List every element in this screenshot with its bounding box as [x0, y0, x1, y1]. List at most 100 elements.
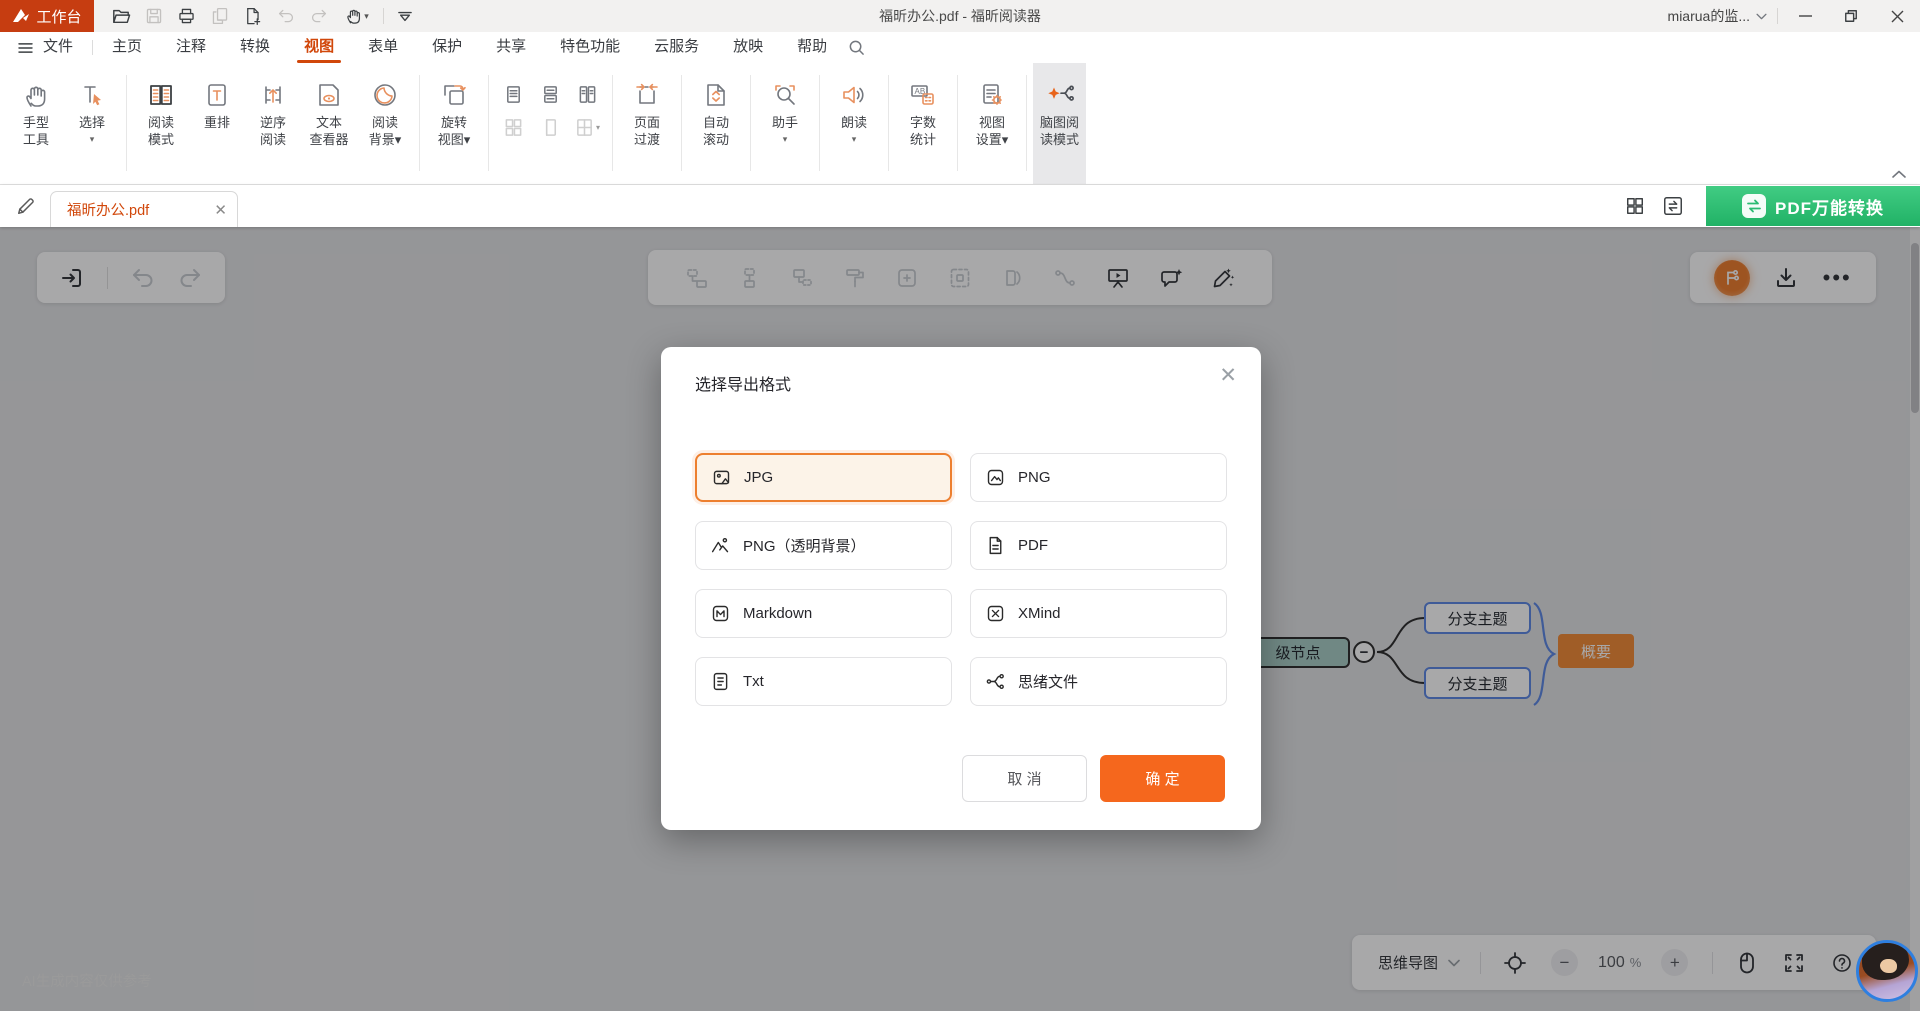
format-option-jpg[interactable]: JPG: [695, 453, 952, 502]
ribbon-divider: [750, 75, 751, 171]
pdf-document-icon: [985, 535, 1006, 556]
menu-cloud[interactable]: 云服务: [637, 32, 716, 63]
ai-disclaimer: AI生成内容仅供参考: [22, 970, 152, 991]
open-folder-icon[interactable]: [104, 0, 137, 32]
format-option-png[interactable]: PNG: [970, 453, 1227, 502]
workspace-button[interactable]: 工作台: [0, 0, 94, 32]
user-account[interactable]: miarua的监...: [1668, 6, 1750, 26]
titlebar-divider: [383, 8, 384, 24]
xmind-icon: [985, 603, 1006, 624]
menu-divider: [92, 40, 93, 55]
tab-title: 福昕办公.pdf: [67, 199, 149, 220]
save-icon[interactable]: [137, 0, 170, 32]
ribbon-hand-tool[interactable]: 手型 工具: [8, 63, 64, 148]
menu-bar: 文件 主页 注释 转换 视图 表单 保护 共享 特色功能 云服务 放映 帮助: [0, 32, 1920, 63]
menu-home[interactable]: 主页: [95, 32, 159, 63]
menu-view[interactable]: 视图: [287, 32, 351, 63]
ribbon-view-settings[interactable]: 视图 设置▾: [964, 63, 1020, 148]
menu-comment[interactable]: 注释: [159, 32, 223, 63]
layout-facing-icon[interactable]: [578, 85, 597, 104]
ribbon-reverse-read[interactable]: 逆序 阅读: [245, 63, 301, 148]
assistant-icon: [771, 76, 799, 114]
ribbon-assistant[interactable]: 助手 ▾: [757, 63, 813, 148]
menu-present[interactable]: 放映: [716, 32, 780, 63]
menu-form[interactable]: 表单: [351, 32, 415, 63]
ribbon-collapse-icon[interactable]: [1892, 170, 1906, 184]
ribbon-select-tool[interactable]: 选择 ▾: [64, 63, 120, 148]
hamburger-icon[interactable]: [18, 42, 33, 54]
undo-icon[interactable]: [269, 0, 302, 32]
mindmap-canvas[interactable]: 级节点 − 分支主题 分支主题 概要: [0, 227, 1920, 1011]
ribbon-divider: [488, 75, 489, 171]
ribbon-page-transition[interactable]: 页面 过渡: [619, 63, 675, 148]
menu-share[interactable]: 共享: [479, 32, 543, 63]
ribbon-read-aloud[interactable]: 朗读 ▾: [826, 63, 882, 148]
cancel-button[interactable]: 取 消: [962, 755, 1087, 802]
dialog-close-icon[interactable]: ✕: [1219, 365, 1237, 386]
confirm-button[interactable]: 确 定: [1100, 755, 1225, 802]
format-option-mindmap-file[interactable]: 思绪文件: [970, 657, 1227, 706]
tab-swap-icon[interactable]: [1656, 189, 1690, 223]
layout-continuous-icon[interactable]: [541, 85, 560, 104]
document-tab[interactable]: 福昕办公.pdf ✕: [50, 191, 238, 227]
dialog-title: 选择导出格式: [695, 371, 791, 395]
ribbon-read-background[interactable]: 阅读 背景▾: [357, 63, 413, 148]
pdf-converter-button[interactable]: PDF万能转换: [1706, 186, 1920, 226]
format-option-txt[interactable]: Txt: [695, 657, 952, 706]
ribbon-divider: [612, 75, 613, 171]
print-icon[interactable]: [170, 0, 203, 32]
rotate-view-icon: [440, 76, 468, 114]
tab-grid-view-icon[interactable]: [1618, 189, 1652, 223]
restore-button[interactable]: [1828, 0, 1874, 32]
search-icon[interactable]: [848, 39, 865, 56]
text-file-icon: [710, 671, 731, 692]
word-count-icon: AB: [908, 76, 938, 114]
toolbar-collapse-icon[interactable]: [388, 0, 421, 32]
close-button[interactable]: [1874, 0, 1920, 32]
jpg-image-icon: [711, 467, 732, 488]
mindmap-sparkle-icon: [1045, 76, 1075, 114]
ribbon-reflow[interactable]: 重排: [189, 63, 245, 131]
user-caret-icon[interactable]: [1756, 13, 1767, 20]
speaker-icon: [840, 76, 868, 114]
hand-icon: [22, 76, 50, 114]
mountain-icon: [710, 535, 731, 556]
view-settings-icon: [978, 76, 1006, 114]
assistant-avatar[interactable]: [1856, 940, 1918, 1002]
new-page-icon[interactable]: [236, 0, 269, 32]
ribbon-divider: [681, 75, 682, 171]
ribbon-read-mode[interactable]: 阅读 模式: [133, 63, 189, 148]
hand-tool-icon[interactable]: ▾: [335, 0, 379, 32]
menu-protect[interactable]: 保护: [415, 32, 479, 63]
menu-features[interactable]: 特色功能: [543, 32, 637, 63]
ribbon-auto-scroll[interactable]: 自动 滚动: [688, 63, 744, 148]
format-option-xmind[interactable]: XMind: [970, 589, 1227, 638]
ribbon-divider: [126, 75, 127, 171]
tab-close-icon[interactable]: ✕: [214, 201, 227, 219]
extract-page-icon[interactable]: [203, 0, 236, 32]
ribbon-mindmap-read-mode[interactable]: 脑图阅 读模式: [1033, 63, 1086, 184]
document-tab-bar: 福昕办公.pdf ✕ PDF万能转换: [0, 185, 1920, 227]
layout-facing-continuous-icon[interactable]: [504, 118, 523, 137]
markdown-icon: [710, 603, 731, 624]
layout-single-page-icon[interactable]: [504, 85, 523, 104]
redo-icon[interactable]: [302, 0, 335, 32]
menu-file[interactable]: 文件: [37, 32, 90, 63]
menu-convert[interactable]: 转换: [223, 32, 287, 63]
text-viewer-icon: [315, 76, 343, 114]
ribbon-word-count[interactable]: AB 字数 统计: [895, 63, 951, 148]
layout-cover-icon[interactable]: [541, 118, 560, 137]
ribbon: 手型 工具 选择 ▾ 阅读 模式 重排 逆序 阅读 文本 查看: [0, 63, 1920, 185]
pencil-icon[interactable]: [16, 196, 36, 216]
ribbon-rotate-view[interactable]: 旋转 视图▾: [426, 63, 482, 148]
ribbon-text-viewer[interactable]: 文本 查看器: [301, 63, 357, 148]
format-option-png-transparent[interactable]: PNG（透明背景）: [695, 521, 952, 570]
reflow-icon: [203, 76, 231, 114]
menu-help[interactable]: 帮助: [780, 32, 844, 63]
format-option-markdown[interactable]: Markdown: [695, 589, 952, 638]
ribbon-divider: [419, 75, 420, 171]
format-option-pdf[interactable]: PDF: [970, 521, 1227, 570]
minimize-button[interactable]: [1782, 0, 1828, 32]
title-bar: 工作台 ▾ 福昕办公.pdf - 福昕阅读器 miarua的监...: [0, 0, 1920, 32]
layout-split-icon[interactable]: ▾: [575, 118, 600, 137]
